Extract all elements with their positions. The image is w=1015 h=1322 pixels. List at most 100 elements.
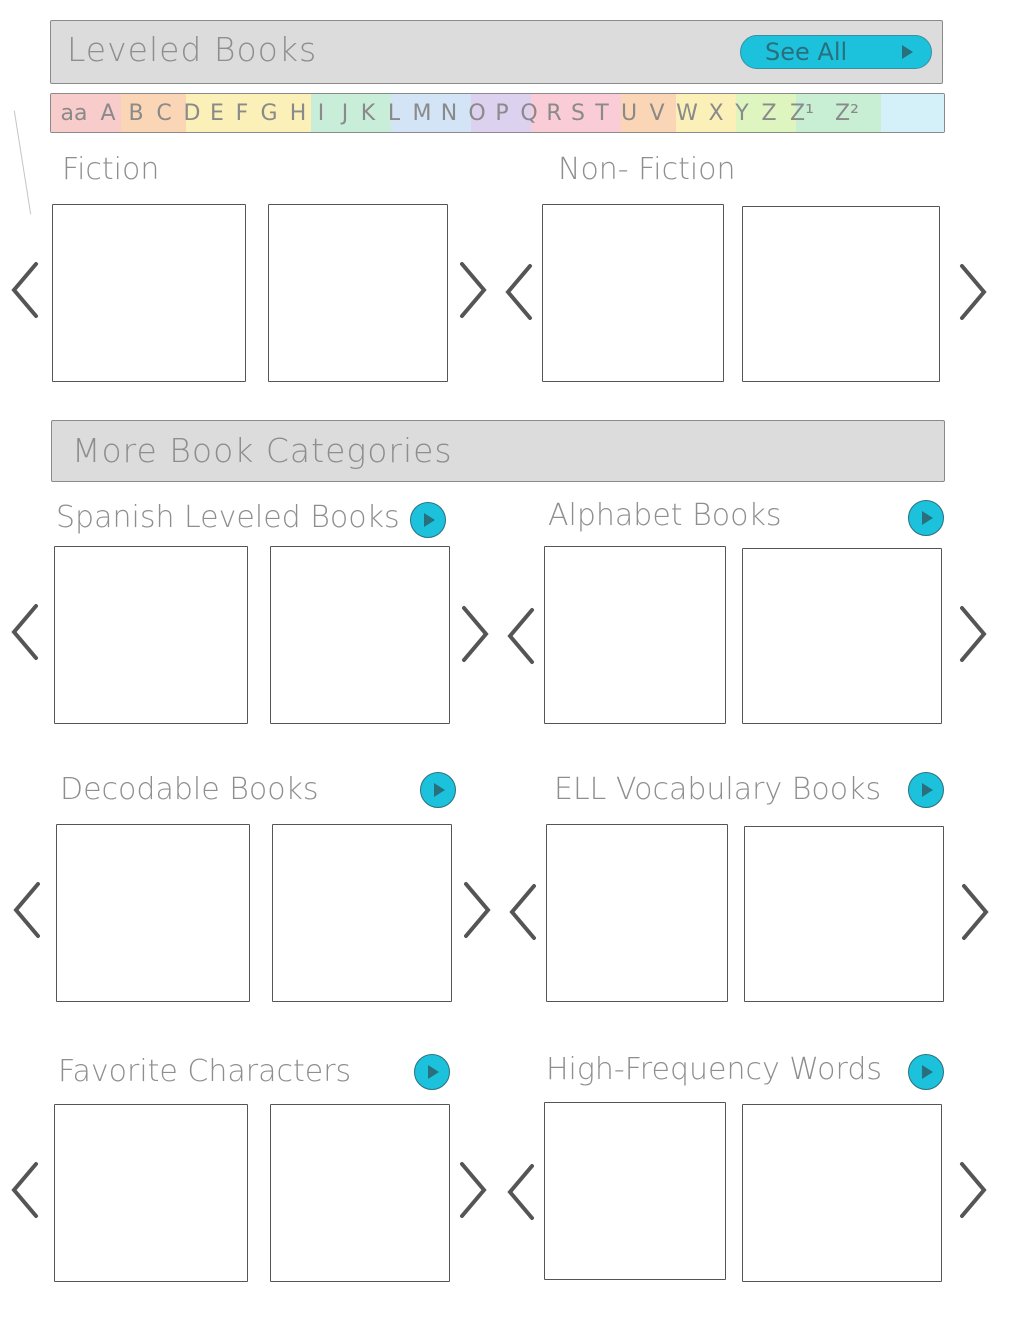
ell-prev-button[interactable] — [506, 882, 540, 942]
nonfiction-next-button[interactable] — [956, 262, 990, 322]
chevron-right-icon — [960, 606, 987, 662]
book-thumbnail[interactable] — [742, 206, 940, 382]
category-label-decodable: Decodable Books — [60, 772, 319, 807]
level-w[interactable]: W — [673, 94, 701, 132]
level-k[interactable]: K — [357, 94, 379, 132]
chevron-right-icon — [960, 264, 987, 320]
book-thumbnail[interactable] — [52, 204, 246, 382]
high-frequency-play-button[interactable] — [908, 1054, 944, 1090]
level-e[interactable]: E — [206, 94, 228, 132]
fiction-label: Fiction — [62, 152, 160, 187]
level-z2[interactable]: Z² — [827, 94, 867, 132]
alphabet-prev-button[interactable] — [504, 606, 538, 666]
see-all-button[interactable]: See All — [740, 35, 932, 69]
category-label-spanish: Spanish Leveled Books — [56, 500, 400, 535]
chevron-right-icon — [460, 1162, 487, 1218]
more-categories-title: More Book Categories — [72, 431, 453, 470]
level-h[interactable]: H — [287, 94, 309, 132]
level-r[interactable]: R — [543, 94, 565, 132]
book-thumbnail[interactable] — [544, 1102, 726, 1280]
favorite-characters-next-button[interactable] — [456, 1160, 490, 1220]
nonfiction-prev-button[interactable] — [502, 262, 536, 322]
level-j[interactable]: J — [335, 94, 355, 132]
fiction-next-button[interactable] — [456, 260, 490, 320]
fiction-prev-button[interactable] — [8, 260, 42, 320]
ell-next-button[interactable] — [958, 882, 992, 942]
sketch-line — [13, 110, 32, 215]
chevron-left-icon — [13, 882, 40, 938]
level-b[interactable]: B — [125, 94, 147, 132]
level-f[interactable]: F — [231, 94, 253, 132]
level-c[interactable]: C — [153, 94, 175, 132]
category-label-alphabet: Alphabet Books — [548, 498, 782, 533]
chevron-left-icon — [509, 884, 536, 940]
high-frequency-next-button[interactable] — [956, 1160, 990, 1220]
level-p[interactable]: P — [491, 94, 513, 132]
book-thumbnail[interactable] — [742, 548, 942, 724]
level-aa[interactable]: aa — [59, 94, 89, 132]
nonfiction-label: Non- Fiction — [558, 152, 736, 187]
level-z1[interactable]: Z¹ — [785, 94, 819, 132]
level-x[interactable]: X — [705, 94, 727, 132]
high-frequency-prev-button[interactable] — [504, 1162, 538, 1222]
decodable-play-button[interactable] — [420, 772, 456, 808]
level-s[interactable]: S — [567, 94, 589, 132]
level-o[interactable]: O — [465, 94, 489, 132]
level-z[interactable]: Z — [757, 94, 781, 132]
book-thumbnail[interactable] — [742, 1104, 942, 1282]
alphabet-next-button[interactable] — [956, 604, 990, 664]
leveled-books-header: Leveled Books See All — [50, 20, 943, 84]
level-n[interactable]: N — [437, 94, 461, 132]
level-filter-strip: aa A B C D E F G H I J K L M N O P Q R S… — [50, 93, 945, 133]
book-thumbnail[interactable] — [546, 824, 728, 1002]
book-thumbnail[interactable] — [270, 546, 450, 724]
chevron-left-icon — [507, 608, 534, 664]
favorite-characters-prev-button[interactable] — [8, 1160, 42, 1220]
play-icon — [902, 45, 913, 59]
book-thumbnail[interactable] — [54, 1104, 248, 1282]
chevron-left-icon — [11, 1162, 38, 1218]
book-thumbnail[interactable] — [56, 824, 250, 1002]
chevron-right-icon — [462, 606, 489, 662]
level-d[interactable]: D — [181, 94, 203, 132]
see-all-label: See All — [765, 38, 848, 66]
level-l[interactable]: L — [383, 94, 405, 132]
chevron-right-icon — [460, 262, 487, 318]
level-i[interactable]: I — [313, 94, 329, 132]
book-thumbnail[interactable] — [268, 204, 448, 382]
spanish-prev-button[interactable] — [8, 602, 42, 662]
category-label-high-frequency: High-Frequency Words — [546, 1052, 882, 1087]
spanish-play-button[interactable] — [410, 502, 446, 538]
book-thumbnail[interactable] — [272, 824, 452, 1002]
category-label-favorite-characters: Favorite Characters — [58, 1054, 352, 1089]
level-g[interactable]: G — [258, 94, 280, 132]
leveled-books-title: Leveled Books — [67, 30, 318, 69]
decodable-prev-button[interactable] — [10, 880, 44, 940]
chevron-left-icon — [507, 1164, 534, 1220]
chevron-left-icon — [505, 264, 532, 320]
ell-play-button[interactable] — [908, 772, 944, 808]
book-thumbnail[interactable] — [542, 204, 724, 382]
alphabet-play-button[interactable] — [908, 500, 944, 536]
chevron-left-icon — [11, 604, 38, 660]
chevron-right-icon — [960, 1162, 987, 1218]
level-v[interactable]: V — [645, 94, 669, 132]
category-label-ell: ELL Vocabulary Books — [554, 772, 882, 807]
book-thumbnail[interactable] — [270, 1104, 450, 1282]
chevron-right-icon — [962, 884, 989, 940]
spanish-next-button[interactable] — [458, 604, 492, 664]
level-color-band — [881, 94, 944, 132]
chevron-right-icon — [464, 882, 491, 938]
book-thumbnail[interactable] — [744, 826, 944, 1002]
level-t[interactable]: T — [591, 94, 613, 132]
level-u[interactable]: U — [617, 94, 641, 132]
favorite-characters-play-button[interactable] — [414, 1054, 450, 1090]
level-m[interactable]: M — [409, 94, 435, 132]
chevron-left-icon — [11, 262, 38, 318]
book-thumbnail[interactable] — [544, 546, 726, 724]
decodable-next-button[interactable] — [460, 880, 494, 940]
level-q[interactable]: Q — [517, 94, 541, 132]
level-a[interactable]: A — [97, 94, 119, 132]
book-thumbnail[interactable] — [54, 546, 248, 724]
level-y[interactable]: Y — [731, 94, 753, 132]
